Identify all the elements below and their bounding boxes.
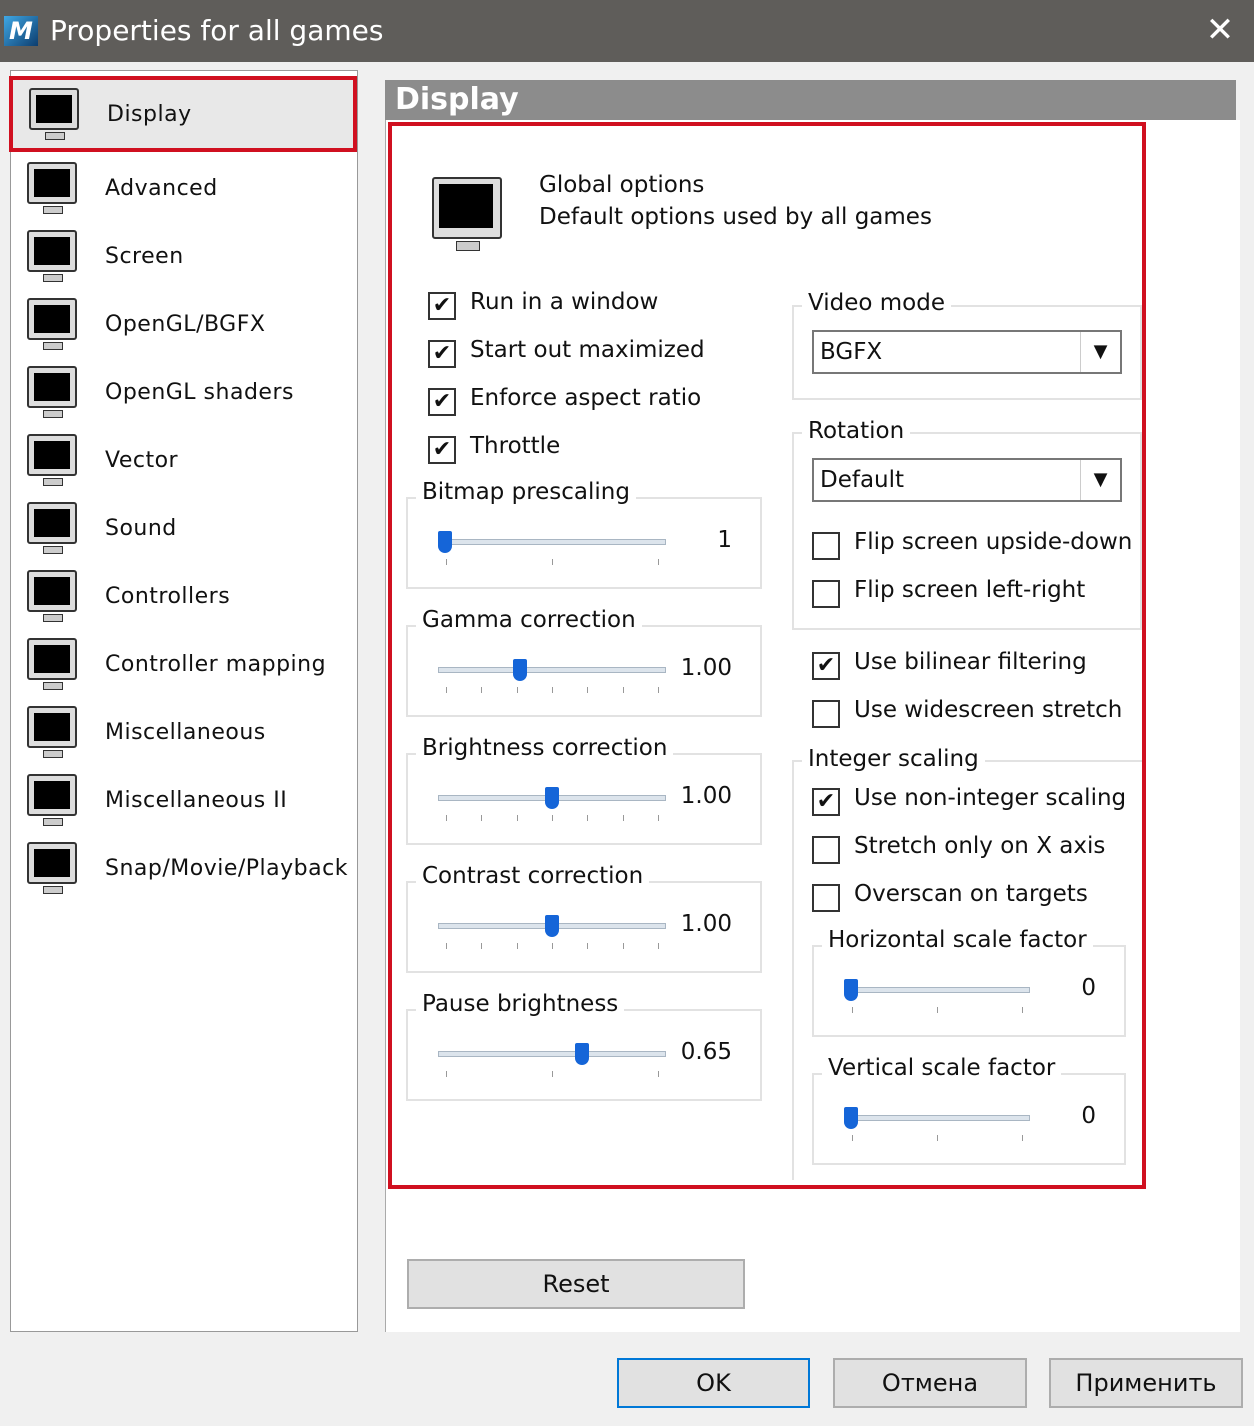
sidebar-item-label: Vector <box>105 447 179 473</box>
reset-button[interactable]: Reset <box>407 1259 745 1309</box>
sidebar-item-vector[interactable]: Vector <box>11 426 357 494</box>
sidebar-item-display[interactable]: Display <box>9 76 357 152</box>
sidebar-item-label: Controller mapping <box>105 651 327 677</box>
vector-icon <box>23 432 81 488</box>
mame-logo-icon: M <box>4 16 38 46</box>
opengl-icon <box>23 296 81 352</box>
sidebar-item-label: Screen <box>105 243 184 269</box>
sidebar-item-label: Sound <box>105 515 177 541</box>
speaker-icon <box>23 500 81 556</box>
category-list: Display Advanced Screen OpenGL/BGFX OpenGL s… <box>9 70 358 1332</box>
highlight-frame <box>388 122 1146 1189</box>
monitor-icon <box>25 86 83 142</box>
sidebar-item-miscellaneous-ii[interactable]: Miscellaneous II <box>11 766 357 834</box>
sidebar-item-screen[interactable]: Screen <box>11 222 357 290</box>
sidebar-item-label: Controllers <box>105 583 231 609</box>
misc-icon <box>23 704 81 760</box>
network-screens-icon <box>23 228 81 284</box>
shaders-icon <box>23 364 81 420</box>
notepad-icon <box>23 772 81 828</box>
sidebar-item-label: Miscellaneous <box>105 719 266 745</box>
close-icon[interactable]: ✕ <box>1200 10 1240 50</box>
snapshot-icon <box>23 840 81 896</box>
sidebar-item-label: Miscellaneous II <box>105 787 288 813</box>
sidebar-item-label: OpenGL shaders <box>105 379 294 405</box>
keyboard-icon <box>23 568 81 624</box>
sidebar-item-opengl-bgfx[interactable]: OpenGL/BGFX <box>11 290 357 358</box>
sidebar-item-snap-movie-playback[interactable]: Snap/Movie/Playback <box>11 834 357 902</box>
advanced-icon <box>23 160 81 216</box>
sidebar-item-controller-mapping[interactable]: Controller mapping <box>11 630 357 698</box>
ok-button[interactable]: OK <box>617 1358 810 1408</box>
sidebar-item-label: OpenGL/BGFX <box>105 311 266 337</box>
window-title: Properties for all games <box>50 14 384 47</box>
title-bar: M Properties for all games ✕ <box>0 0 1254 62</box>
sidebar-item-label: Display <box>107 101 192 127</box>
sidebar-item-miscellaneous[interactable]: Miscellaneous <box>11 698 357 766</box>
sidebar-item-label: Snap/Movie/Playback <box>105 855 348 881</box>
sidebar-item-opengl-shaders[interactable]: OpenGL shaders <box>11 358 357 426</box>
panel-title: Display <box>385 80 1236 122</box>
joystick-icon <box>23 636 81 692</box>
sidebar-item-controllers[interactable]: Controllers <box>11 562 357 630</box>
sidebar-item-sound[interactable]: Sound <box>11 494 357 562</box>
cancel-button[interactable]: Отмена <box>833 1358 1027 1408</box>
apply-button[interactable]: Применить <box>1049 1358 1243 1408</box>
sidebar-item-advanced[interactable]: Advanced <box>11 154 357 222</box>
sidebar-item-label: Advanced <box>105 175 218 201</box>
